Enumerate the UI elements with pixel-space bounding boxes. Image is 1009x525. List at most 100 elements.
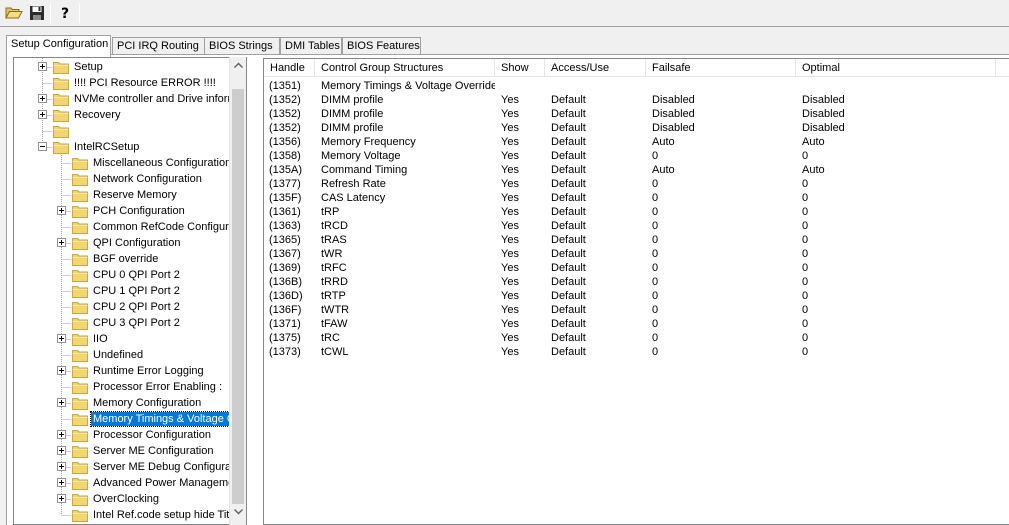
save-button[interactable] xyxy=(26,2,48,24)
tree-item[interactable]: Intel Ref.code setup hide Title xyxy=(14,507,246,523)
tree-item[interactable]: Reserve Memory xyxy=(14,187,246,203)
tree-item-label: CPU 2 QPI Port 2 xyxy=(93,301,180,313)
column-header-handle[interactable]: Handle xyxy=(264,59,315,77)
table-row[interactable]: (1369) tRFC Yes Default 0 0 xyxy=(264,261,1009,275)
tree-item[interactable]: Processor Error Enabling : xyxy=(14,379,246,395)
expand-plus-icon[interactable] xyxy=(57,398,66,407)
tree-item[interactable]: Common RefCode Configurati xyxy=(14,219,246,235)
table-row[interactable]: (1358) Memory Voltage Yes Default 0 0 xyxy=(264,149,1009,163)
table-row[interactable]: (136B) tRRD Yes Default 0 0 xyxy=(264,275,1009,289)
scrollbar-thumb[interactable] xyxy=(232,89,244,504)
expand-plus-icon[interactable] xyxy=(38,110,47,119)
expand-plus-icon[interactable] xyxy=(57,334,66,343)
table-row[interactable]: (1351) Memory Timings & Voltage Override xyxy=(264,79,1009,93)
expand-plus-icon[interactable] xyxy=(57,462,66,471)
column-header-access-use[interactable]: Access/Use xyxy=(545,59,646,77)
tree-item[interactable]: OverClocking xyxy=(14,491,246,507)
setup-tree[interactable]: Setup !!!! PCI Resource ERROR !!!! NVMe co… xyxy=(13,57,247,525)
tree-vertical-scrollbar[interactable] xyxy=(229,57,246,525)
tree-item[interactable]: QPI Configuration xyxy=(14,235,246,251)
table-row[interactable]: (1365) tRAS Yes Default 0 0 xyxy=(264,233,1009,247)
folder-icon xyxy=(72,382,88,394)
expand-plus-icon[interactable] xyxy=(38,94,47,103)
tree-item[interactable]: PCH Configuration xyxy=(14,203,246,219)
table-row[interactable]: (1363) tRCD Yes Default 0 0 xyxy=(264,219,1009,233)
tree-item[interactable]: Memory Timings & Voltage Ov xyxy=(14,411,246,427)
table-row[interactable]: (1377) Refresh Rate Yes Default 0 0 xyxy=(264,177,1009,191)
folder-icon xyxy=(72,494,88,506)
column-header-failsafe[interactable]: Failsafe xyxy=(646,59,796,77)
expand-plus-icon[interactable] xyxy=(57,494,66,503)
table-row[interactable]: (1352) DIMM profile Yes Default Disabled Disa… xyxy=(264,93,1009,107)
table-row[interactable]: (1361) tRP Yes Default 0 0 xyxy=(264,205,1009,219)
tree-item[interactable]: BGF override xyxy=(14,251,246,267)
cell-control-group: tRTP xyxy=(321,290,346,302)
column-header-control-group-structures[interactable]: Control Group Structures xyxy=(315,59,495,77)
tree-item[interactable]: !!!! PCI Resource ERROR !!!! xyxy=(14,75,246,91)
tree-item[interactable]: Setup xyxy=(14,59,246,75)
tree-item[interactable]: CPU 2 QPI Port 2 xyxy=(14,299,246,315)
tree-item[interactable] xyxy=(14,123,246,139)
cell-optimal: 0 xyxy=(802,192,809,204)
tree-item[interactable]: Recovery xyxy=(14,107,246,123)
tree-item-label: IntelRCSetup xyxy=(74,141,140,153)
table-row[interactable]: (1352) DIMM profile Yes Default Disabled Disa… xyxy=(264,107,1009,121)
tree-item[interactable]: CPU 3 QPI Port 2 xyxy=(14,315,246,331)
tree-item[interactable]: Processor Configuration xyxy=(14,427,246,443)
tree-item[interactable]: Server ME Configuration xyxy=(14,443,246,459)
collapse-minus-icon[interactable] xyxy=(38,142,47,151)
cell-show: Yes xyxy=(501,318,519,330)
tree-item[interactable]: Advanced Power Manageme xyxy=(14,475,246,491)
expand-plus-icon[interactable] xyxy=(57,206,66,215)
cell-handle: (136D) xyxy=(269,290,303,302)
table-row[interactable]: (136F) tWTR Yes Default 0 0 xyxy=(264,303,1009,317)
cell-show: Yes xyxy=(501,346,519,358)
table-row[interactable]: (1373) tCWL Yes Default 0 0 xyxy=(264,345,1009,359)
tab-setup-configuration[interactable]: Setup Configuration xyxy=(6,35,111,57)
tree-item[interactable]: Undefined xyxy=(14,347,246,363)
tree-item[interactable]: IntelRCSetup xyxy=(14,139,246,155)
cell-optimal: 0 xyxy=(802,304,809,316)
table-row[interactable]: (135F) CAS Latency Yes Default 0 0 xyxy=(264,191,1009,205)
tree-item[interactable]: Runtime Error Logging xyxy=(14,363,246,379)
folder-icon xyxy=(72,446,88,458)
tree-item[interactable]: IIO xyxy=(14,331,246,347)
scroll-up-arrow-icon[interactable] xyxy=(234,62,243,68)
cell-access-use: Default xyxy=(551,332,586,344)
settings-list[interactable]: Handle Control Group Structures Show Acc… xyxy=(263,58,1009,525)
table-row[interactable]: (1371) tFAW Yes Default 0 0 xyxy=(264,317,1009,331)
toolbar-separator xyxy=(79,3,80,23)
tree-item[interactable]: CPU 0 QPI Port 2 xyxy=(14,267,246,283)
expand-plus-icon[interactable] xyxy=(57,238,66,247)
cell-access-use: Default xyxy=(551,136,586,148)
tree-item[interactable]: CPU 1 QPI Port 2 xyxy=(14,283,246,299)
table-row[interactable]: (1367) tWR Yes Default 0 0 xyxy=(264,247,1009,261)
table-row[interactable]: (1352) DIMM profile Yes Default Disabled Disa… xyxy=(264,121,1009,135)
cell-control-group: Memory Frequency xyxy=(321,136,416,148)
cell-control-group: tRFC xyxy=(321,262,347,274)
cell-show: Yes xyxy=(501,332,519,344)
column-header-show[interactable]: Show xyxy=(495,59,545,77)
expand-plus-icon[interactable] xyxy=(57,430,66,439)
cell-optimal: 0 xyxy=(802,290,809,302)
help-button[interactable]: ? xyxy=(54,2,76,24)
open-button[interactable] xyxy=(3,2,25,24)
expand-plus-icon[interactable] xyxy=(38,62,47,71)
expand-plus-icon[interactable] xyxy=(57,478,66,487)
tree-item[interactable]: Server ME Debug Configurati xyxy=(14,459,246,475)
tree-item[interactable]: Network Configuration xyxy=(14,171,246,187)
expand-plus-icon[interactable] xyxy=(57,446,66,455)
cell-handle: (135F) xyxy=(269,192,302,204)
cell-access-use: Default xyxy=(551,220,586,232)
table-row[interactable]: (1356) Memory Frequency Yes Default Auto Auto xyxy=(264,135,1009,149)
expand-plus-icon[interactable] xyxy=(57,366,66,375)
tree-item[interactable]: Memory Configuration xyxy=(14,395,246,411)
tree-item[interactable]: NVMe controller and Drive informa xyxy=(14,91,246,107)
table-row[interactable]: (1375) tRC Yes Default 0 0 xyxy=(264,331,1009,345)
scroll-down-arrow-icon[interactable] xyxy=(234,509,243,515)
tree-item[interactable]: Miscellaneous Configuration xyxy=(14,155,246,171)
cell-control-group: tRAS xyxy=(321,234,347,246)
column-header-optimal[interactable]: Optimal xyxy=(796,59,996,77)
table-row[interactable]: (135A) Command Timing Yes Default Auto Auto xyxy=(264,163,1009,177)
table-row[interactable]: (136D) tRTP Yes Default 0 0 xyxy=(264,289,1009,303)
